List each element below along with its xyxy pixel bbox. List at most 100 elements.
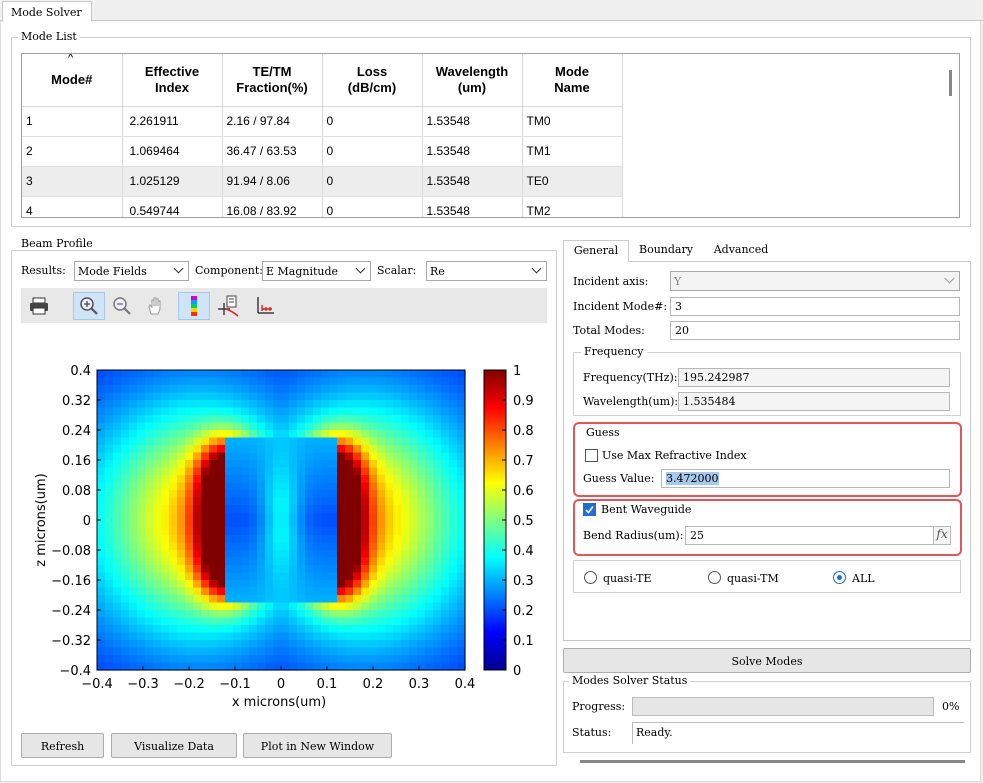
quasi-tm-radio[interactable] <box>708 571 721 584</box>
heatmap-cell <box>337 527 346 536</box>
column-header-wavelength[interactable]: Wavelength (um) <box>422 54 523 107</box>
refresh-button[interactable]: Refresh <box>21 733 104 758</box>
heatmap-cell <box>305 535 314 544</box>
solve-modes-button[interactable]: Solve Modes <box>563 648 971 673</box>
heatmap-cell <box>129 542 138 551</box>
frequency-input[interactable]: 195.242987 <box>678 368 950 387</box>
incident-axis-select[interactable]: Y <box>670 271 960 291</box>
heatmap-cell <box>105 505 114 514</box>
tab-advanced[interactable]: Advanced <box>703 240 779 261</box>
heatmap-cell <box>337 565 346 574</box>
mode-field-heatmap[interactable]: −0.4 −0.3 −0.2 −0.1 0 0.1 0.2 0.3 0.4 0.40.320.2… <box>21 325 551 720</box>
scalar-select[interactable]: Re <box>426 261 547 281</box>
heatmap-cell <box>385 520 394 529</box>
heatmap-cell <box>153 572 162 581</box>
tab-mode-solver[interactable]: Mode Solver <box>2 1 92 22</box>
heatmap-cell <box>441 520 450 529</box>
bend-radius-input[interactable]: 25 <box>685 526 934 545</box>
mode-table[interactable]: ^ Mode# Effective Index TE/TM Fraction(%) … <box>21 53 960 218</box>
heatmap-cell <box>449 437 458 446</box>
heatmap-cell <box>409 467 418 476</box>
zoom-in-button[interactable] <box>73 292 105 320</box>
heatmap-cell <box>217 392 226 401</box>
heatmap-cell <box>377 632 386 641</box>
column-header-effective-index[interactable]: Effective Index <box>122 54 223 107</box>
heatmap-cell <box>337 610 346 619</box>
heatmap-cell <box>233 617 242 626</box>
heatmap-cell <box>345 602 354 611</box>
heatmap-cell <box>361 550 370 559</box>
heatmap-cell <box>265 497 274 506</box>
heatmap-cell <box>145 662 154 671</box>
heatmap-cell <box>433 647 442 656</box>
heatmap-cell <box>305 662 314 671</box>
heatmap-cell <box>105 655 114 664</box>
table-row-selected[interactable]: 3 1.025129 91.94 / 8.06 0 1.53548 TE0 <box>22 166 623 197</box>
column-header-mode[interactable]: ^ Mode# <box>22 54 123 107</box>
heatmap-cell <box>393 557 402 566</box>
plot-new-window-button[interactable]: Plot in New Window <box>243 733 392 758</box>
heatmap-cell <box>313 482 322 491</box>
all-radio[interactable] <box>833 571 846 584</box>
print-button[interactable] <box>23 292 55 320</box>
heatmap-cell <box>321 565 330 574</box>
heatmap-cell <box>217 430 226 439</box>
component-select[interactable]: E Magnitude <box>262 261 371 281</box>
heatmap-cell <box>409 527 418 536</box>
colorbar-toggle-button[interactable] <box>178 292 210 320</box>
results-select[interactable]: Mode Fields <box>74 261 189 281</box>
incident-mode-input[interactable]: 3 <box>670 297 960 316</box>
heatmap-cell <box>161 640 170 649</box>
heatmap-cell <box>201 497 210 506</box>
heatmap-cell <box>185 610 194 619</box>
heatmap-cell <box>225 475 234 484</box>
heatmap-cell <box>153 460 162 469</box>
table-cell: 2 <box>22 136 123 167</box>
heatmap-cell <box>337 595 346 604</box>
heatmap-cell <box>361 415 370 424</box>
wavelength-input[interactable]: 1.535484 <box>678 392 950 411</box>
heatmap-cell <box>169 610 178 619</box>
heatmap-cell <box>393 587 402 596</box>
heatmap-cell <box>265 490 274 499</box>
table-scrollbar-thumb[interactable] <box>949 70 952 96</box>
tab-general[interactable]: General <box>563 240 629 262</box>
heatmap-cell <box>345 550 354 559</box>
table-row[interactable]: 4 0.549744 16.08 / 83.92 0 1.53548 TM2 <box>22 196 623 217</box>
heatmap-cell <box>457 467 466 476</box>
quasi-te-radio[interactable] <box>584 571 597 584</box>
tab-boundary[interactable]: Boundary <box>631 240 701 261</box>
heatmap-cell <box>249 430 258 439</box>
pan-button[interactable] <box>139 292 171 320</box>
heatmap-cell <box>297 392 306 401</box>
heatmap-cell <box>377 527 386 536</box>
bend-radius-label: Bend Radius(um): <box>583 529 684 542</box>
heatmap-cell <box>353 550 362 559</box>
bent-waveguide-checkbox[interactable] <box>583 503 596 516</box>
heatmap-cell <box>169 512 178 521</box>
heatmap-cell <box>105 610 114 619</box>
total-modes-input[interactable]: 20 <box>670 321 960 340</box>
status-scrollbar[interactable] <box>580 760 965 763</box>
heatmap-cell <box>121 632 130 641</box>
heatmap-cell <box>225 520 234 529</box>
axes-settings-button[interactable] <box>249 292 281 320</box>
column-header-mode-name[interactable]: Mode Name <box>522 54 623 107</box>
heatmap-cell <box>153 565 162 574</box>
table-row[interactable]: 1 2.261911 2.16 / 97.84 0 1.53548 TM0 <box>22 106 623 137</box>
heatmap-cell <box>233 505 242 514</box>
heatmap-cell <box>137 595 146 604</box>
table-row[interactable]: 2 1.069464 36.47 / 63.53 0 1.53548 TM1 <box>22 136 623 167</box>
heatmap-cell <box>393 512 402 521</box>
column-header-loss[interactable]: Loss (dB/cm) <box>322 54 423 107</box>
column-header-te-tm[interactable]: TE/TM Fraction(%) <box>222 54 323 107</box>
guess-value-input[interactable]: 3.472000 <box>661 469 950 488</box>
use-max-index-checkbox[interactable] <box>585 449 598 462</box>
data-cursor-button[interactable] <box>212 292 244 320</box>
visualize-data-button[interactable]: Visualize Data <box>111 733 237 758</box>
heatmap-cell <box>121 542 130 551</box>
function-button[interactable]: fx <box>933 526 951 545</box>
zoom-out-button[interactable] <box>106 292 138 320</box>
heatmap-cell <box>177 557 186 566</box>
heatmap-cell <box>217 557 226 566</box>
